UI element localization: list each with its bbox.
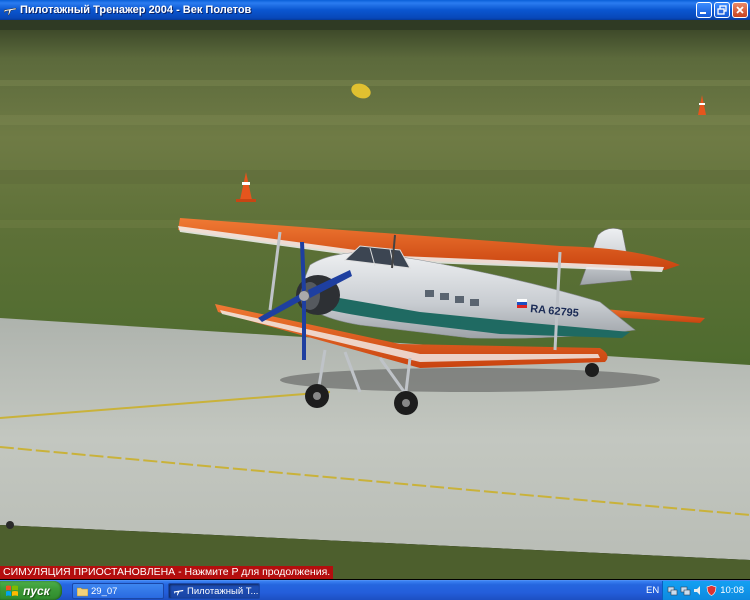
close-button[interactable] [732,2,748,18]
clock: 10:08 [720,585,744,596]
taskbar-item-folder[interactable]: 29_07 [72,583,164,599]
taskbar: пуск 29_07 Пилотажный Т... EN 10:08 [0,580,750,600]
airplane-icon [3,7,17,16]
window-title: Пилотажный Тренажер 2004 - Век Полетов [20,4,252,16]
minimize-button[interactable] [696,2,712,18]
pause-message: СИМУЛЯЦИЯ ПРИОСТАНОВЛЕНА - Нажмите P для… [0,566,334,579]
taskbar-item-simulator[interactable]: Пилотажный Т... [168,583,260,599]
volume-icon[interactable] [693,585,704,596]
security-shield-icon[interactable] [706,585,717,596]
system-tray: 10:08 [662,581,750,600]
taskbar-item-label: Пилотажный Т... [187,585,259,597]
network-icon[interactable] [667,585,678,596]
network-icon[interactable] [680,585,691,596]
flag-icon [517,299,527,308]
simulator-viewport[interactable]: АЛРОСА RA 62795 [0,20,750,579]
start-label: пуск [23,583,50,598]
language-indicator[interactable]: EN [646,585,659,596]
restore-icon [717,5,727,15]
aircraft-registration-prefix: RA [530,303,547,316]
airplane-icon [173,589,184,595]
folder-icon [77,587,88,596]
windows-logo-icon [6,585,18,596]
taskbar-item-label: 29_07 [91,585,118,597]
minimize-icon [700,12,706,14]
start-button[interactable]: пуск [0,581,62,600]
restore-button[interactable] [714,2,730,18]
window-titlebar[interactable]: Пилотажный Тренажер 2004 - Век Полетов [0,0,750,20]
scene-canvas: АЛРОСА RA 62795 [0,20,750,579]
close-icon [736,6,744,14]
